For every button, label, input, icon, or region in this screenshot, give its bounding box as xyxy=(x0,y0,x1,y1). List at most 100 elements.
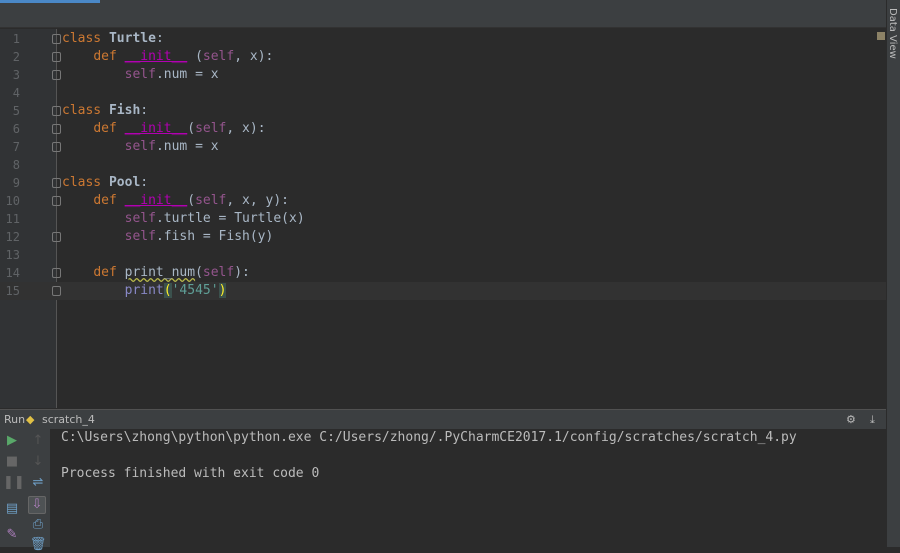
fold-marker-icon[interactable] xyxy=(52,178,61,188)
code-token: def xyxy=(93,121,125,136)
code-line[interactable]: 15 print('4545') xyxy=(0,282,886,300)
code-token: .turtle = Turtle(x) xyxy=(155,211,305,226)
pin-icon[interactable]: ✎ xyxy=(3,527,21,543)
code-token: self xyxy=(202,49,235,64)
line-number: 7 xyxy=(12,140,20,154)
code-token: ( xyxy=(187,49,203,64)
console-output-line: C:\Users\zhong\python\python.exe C:/User… xyxy=(61,430,797,445)
fold-marker-icon[interactable] xyxy=(52,106,61,116)
code-line[interactable]: 4 xyxy=(0,84,886,102)
code-line[interactable]: 10 def __init__(self, x, y): xyxy=(0,192,886,210)
hide-panel-icon[interactable]: ⤓ xyxy=(870,410,875,430)
fold-marker-icon[interactable] xyxy=(52,34,61,44)
code-text: class Turtle: xyxy=(62,30,164,48)
up-arrow-icon[interactable]: ↑ xyxy=(29,433,47,449)
code-token: '4545' xyxy=(171,283,219,298)
code-token: __init__ xyxy=(124,49,188,64)
code-token: self xyxy=(124,67,156,82)
line-number: 2 xyxy=(12,50,20,64)
inspection-status-icon[interactable] xyxy=(877,32,885,40)
run-label: Run xyxy=(4,413,26,426)
stop-icon[interactable]: ■ xyxy=(3,454,21,470)
code-token: class xyxy=(62,103,109,118)
code-editor[interactable]: 1 class Turtle: 2 def __init__ (self, x): 3… xyxy=(0,29,886,408)
code-line[interactable]: 3 self.num = x xyxy=(0,66,886,84)
code-line[interactable]: 13 xyxy=(0,246,886,264)
code-text: self.num = x xyxy=(62,66,219,84)
fold-marker-icon[interactable] xyxy=(52,232,61,242)
code-text: class Pool: xyxy=(62,174,148,192)
code-token: print xyxy=(124,283,164,298)
fold-marker-icon[interactable] xyxy=(52,268,61,278)
rerun-icon[interactable]: ▶ xyxy=(3,433,21,449)
code-line[interactable]: 6 def __init__(self, x): xyxy=(0,120,886,138)
fold-marker-icon[interactable] xyxy=(52,286,61,296)
run-config-tab[interactable]: scratch_4 xyxy=(42,410,95,430)
code-line[interactable]: 5 class Fish: xyxy=(0,102,886,120)
code-line[interactable]: 12 self.fish = Fish(y) xyxy=(0,228,886,246)
code-token: def xyxy=(93,193,125,208)
down-arrow-icon[interactable]: ↓ xyxy=(29,454,47,470)
code-token: Fish xyxy=(108,103,141,118)
line-number: 3 xyxy=(12,68,20,82)
code-line[interactable]: 14 def print_num(self): xyxy=(0,264,886,282)
line-number: 8 xyxy=(12,158,20,172)
run-panel-header: Run ◆ scratch_4 ⚙ ⤓ xyxy=(0,409,886,429)
code-token: print_num xyxy=(124,265,196,280)
code-text: def print_num(self): xyxy=(62,264,250,282)
print-icon[interactable]: ⎙ xyxy=(29,517,47,533)
line-number: 12 xyxy=(5,230,20,244)
line-number: 9 xyxy=(12,176,20,190)
code-token: self xyxy=(124,211,156,226)
fold-marker-icon[interactable] xyxy=(52,196,61,206)
code-token: class xyxy=(62,31,109,46)
pause-icon[interactable]: ❚❚ xyxy=(3,475,25,491)
data-view-tab[interactable]: Data View xyxy=(887,8,898,59)
active-tab-indicator[interactable] xyxy=(0,0,100,3)
code-text: def __init__ (self, x): xyxy=(62,48,273,66)
code-text: self.num = x xyxy=(62,138,219,156)
settings-icon[interactable]: ⚙ xyxy=(846,410,856,430)
fold-marker-icon[interactable] xyxy=(52,124,61,134)
code-token: , x): xyxy=(234,49,274,64)
right-tool-strip: Data View xyxy=(886,0,900,547)
code-token: : xyxy=(155,31,164,46)
code-line[interactable]: 8 xyxy=(0,156,886,174)
code-token: ( xyxy=(187,121,196,136)
line-number: 4 xyxy=(12,86,20,100)
fold-marker-icon[interactable] xyxy=(52,70,61,80)
code-token: self xyxy=(195,121,227,136)
code-text: self.fish = Fish(y) xyxy=(62,228,274,246)
code-token: Turtle xyxy=(108,31,156,46)
restore-layout-icon[interactable]: ▤ xyxy=(3,501,21,517)
code-line[interactable]: 9 class Pool: xyxy=(0,174,886,192)
code-text: print('4545') xyxy=(62,282,227,300)
code-line[interactable]: 1 class Turtle: xyxy=(0,30,886,48)
code-token: def xyxy=(93,49,125,64)
code-token: ( xyxy=(163,283,172,298)
run-toolbar-secondary: ↑ ↓ ⇌ ⇩ ⎙ 🗑 xyxy=(25,429,51,552)
fold-marker-icon[interactable] xyxy=(52,142,61,152)
code-line[interactable]: 2 def __init__ (self, x): xyxy=(0,48,886,66)
code-token: __init__ xyxy=(124,121,188,136)
soft-wrap-icon[interactable]: ⇌ xyxy=(29,475,47,491)
code-token: self xyxy=(195,193,227,208)
code-text: class Fish: xyxy=(62,102,148,120)
fold-marker-icon[interactable] xyxy=(52,52,61,62)
code-token: self xyxy=(124,139,156,154)
line-number: 1 xyxy=(12,32,20,46)
code-token: : xyxy=(140,175,149,190)
code-token: , x): xyxy=(226,121,266,136)
line-number: 11 xyxy=(5,212,20,226)
code-line[interactable]: 7 self.num = x xyxy=(0,138,886,156)
code-token: ( xyxy=(195,265,203,280)
code-line[interactable]: 11 self.turtle = Turtle(x) xyxy=(0,210,886,228)
scroll-to-end-icon[interactable]: ⇩ xyxy=(28,496,46,514)
line-number: 14 xyxy=(5,266,20,280)
clear-icon[interactable]: 🗑 xyxy=(29,537,47,553)
code-token: self xyxy=(202,265,235,280)
